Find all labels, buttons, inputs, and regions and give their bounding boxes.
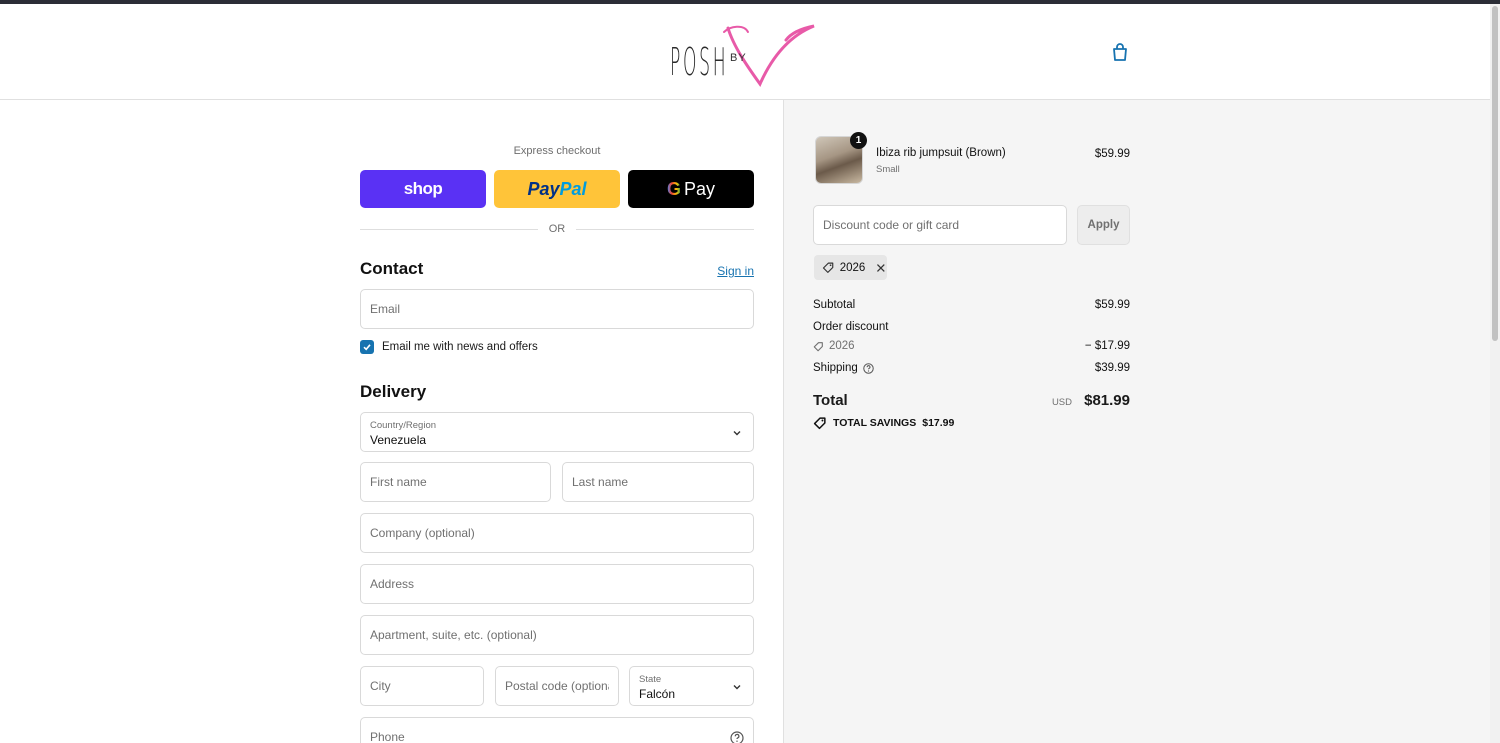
google-pay-button[interactable]: G Pay (628, 170, 754, 208)
shipping-row: Shipping (813, 362, 874, 374)
product-thumbnail: 1 (815, 132, 867, 184)
postal-code-input[interactable] (496, 667, 618, 705)
paypal-label-pal: Pal (559, 178, 587, 199)
logo-by: BY (730, 52, 747, 64)
paypal-label-pay: Pay (527, 178, 560, 199)
currency-code: USD (1051, 397, 1072, 408)
subtotal-value: $59.99 (1094, 299, 1130, 311)
google-g-icon: G (666, 178, 681, 199)
or-divider: OR (360, 222, 754, 238)
apply-discount-button[interactable]: Apply (1077, 205, 1130, 245)
applied-code-text: 2026 (839, 261, 866, 274)
shipping-value: $39.99 (1094, 362, 1130, 374)
tag-icon (813, 417, 826, 430)
phone-input[interactable] (361, 718, 753, 743)
country-select[interactable]: Country/Region Venezuela (360, 412, 754, 452)
express-checkout-label: Express checkout (513, 145, 601, 157)
divider-line-right (576, 229, 754, 230)
page-scrollbar[interactable] (1490, 4, 1500, 743)
discount-value: − $17.99 (1084, 340, 1130, 352)
savings-value: $17.99 (922, 417, 955, 429)
paypal-button[interactable]: Pay Pal (494, 170, 620, 208)
last-name-input[interactable] (563, 463, 753, 501)
product-name: Ibiza rib jumpsuit (Brown) (876, 147, 1006, 159)
total-savings: TOTAL SAVINGS $17.99 (813, 416, 954, 430)
first-name-input[interactable] (361, 463, 550, 501)
total-label: Total (813, 392, 848, 409)
applied-discount-chip: 2026 (814, 255, 887, 280)
apartment-input[interactable] (361, 616, 753, 654)
checkmark-icon (363, 344, 371, 351)
state-select[interactable]: State Falcón (629, 666, 754, 706)
shopping-bag-icon (1113, 43, 1127, 61)
postal-code-field[interactable] (495, 666, 619, 706)
total-value: $81.99 (1084, 392, 1130, 409)
state-value: Falcón (639, 687, 676, 701)
newsletter-option[interactable]: Email me with news and offers (360, 340, 538, 354)
product-variant: Small (876, 164, 900, 175)
savings-label: TOTAL SAVINGS (833, 417, 917, 429)
shop-pay-label: shop (403, 179, 443, 198)
shop-pay-button[interactable]: shop (360, 170, 486, 208)
shipping-label: Shipping (813, 362, 858, 374)
apartment-field[interactable] (360, 615, 754, 655)
delivery-heading: Delivery (360, 382, 427, 401)
discount-code-input[interactable] (814, 206, 1066, 244)
remove-discount-icon[interactable] (875, 262, 887, 274)
newsletter-label: Email me with news and offers (382, 341, 538, 353)
help-circle-icon[interactable] (863, 362, 874, 374)
sign-in-link[interactable]: Sign in (717, 264, 754, 278)
store-logo[interactable]: POSH BY (664, 18, 824, 88)
company-field[interactable] (360, 513, 754, 553)
discount-code-row: 2026 (813, 340, 855, 352)
logo-wordmark: POSH (670, 40, 729, 84)
country-value: Venezuela (370, 433, 427, 447)
tag-icon (822, 262, 834, 273)
chevron-down-icon (733, 431, 741, 436)
contact-heading: Contact (360, 259, 424, 278)
email-input[interactable] (361, 290, 753, 328)
country-label: Country/Region (370, 420, 437, 431)
order-discount-label: Order discount (813, 321, 889, 333)
checkout-header: POSH BY (0, 4, 1490, 100)
chevron-down-icon (733, 685, 741, 690)
last-name-field[interactable] (562, 462, 754, 502)
address-field[interactable] (360, 564, 754, 604)
phone-field[interactable] (360, 717, 754, 743)
state-label: State (639, 674, 662, 685)
city-input[interactable] (361, 667, 483, 705)
product-price: $59.99 (1094, 148, 1130, 160)
newsletter-checkbox[interactable] (360, 340, 374, 354)
company-input[interactable] (361, 514, 753, 552)
discount-code-field[interactable] (813, 205, 1067, 245)
subtotal-label: Subtotal (813, 299, 856, 311)
tag-icon (813, 341, 823, 351)
cart-button[interactable] (1108, 40, 1132, 64)
first-name-field[interactable] (360, 462, 551, 502)
help-circle-icon[interactable] (730, 731, 744, 743)
quantity-badge: 1 (850, 132, 867, 149)
google-pay-label: Pay (683, 178, 716, 199)
discount-code-label: 2026 (829, 340, 855, 352)
scrollbar-thumb[interactable] (1492, 6, 1498, 341)
email-field[interactable] (360, 289, 754, 329)
address-input[interactable] (361, 565, 753, 603)
city-field[interactable] (360, 666, 484, 706)
